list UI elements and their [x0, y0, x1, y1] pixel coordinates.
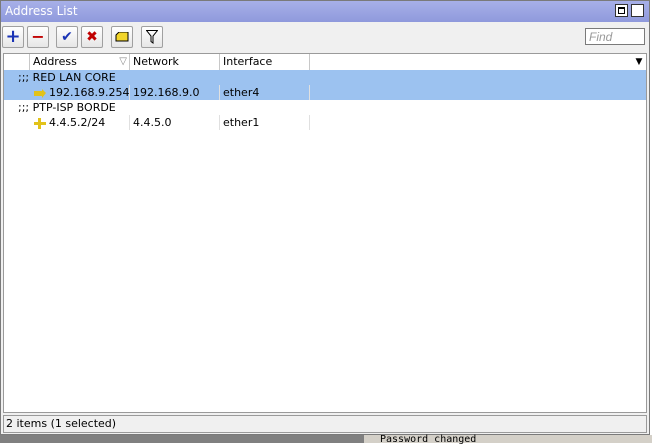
filter-icon	[142, 27, 162, 47]
column-header-address[interactable]: Address ▽	[30, 54, 130, 70]
column-header-interface[interactable]: Interface	[220, 54, 310, 70]
column-menu-dropdown[interactable]: ▼	[632, 54, 646, 70]
column-header-label: Address	[33, 55, 77, 68]
comment-row[interactable]: ;;; RED LAN CORE	[4, 70, 646, 85]
table-row[interactable]: 4.4.5.2/24 4.4.5.0 ether1	[4, 115, 646, 130]
cell-interface: ether4	[220, 85, 310, 100]
disable-button[interactable]: ✖	[81, 26, 103, 48]
header-spacer	[4, 54, 30, 70]
background-panel	[0, 435, 364, 443]
cell-address: 192.168.9.254...	[30, 85, 130, 100]
cell-address: 4.4.5.2/24	[30, 115, 130, 130]
title-bar[interactable]: Address List ✕	[1, 1, 649, 22]
window-title: Address List	[5, 4, 78, 18]
maximize-button[interactable]	[615, 4, 628, 17]
cell-interface: ether1	[220, 115, 310, 130]
row-comment: ;;; PTP-ISP BORDE	[18, 101, 116, 114]
status-bar: 2 items (1 selected)	[3, 415, 647, 433]
table-header: Address ▽ Network Interface ▼	[4, 54, 646, 71]
row-comment: ;;; RED LAN CORE	[18, 71, 116, 84]
dynamic-address-icon	[34, 88, 46, 98]
column-header-network[interactable]: Network	[130, 54, 220, 70]
toolbar: + − ✔ ✖ Find	[1, 23, 649, 51]
note-icon	[112, 27, 132, 47]
column-header-label: Interface	[223, 55, 273, 68]
address-list-window: Address List ✕ + − ✔ ✖ Find Address ▽ Ne…	[0, 0, 650, 435]
sort-icon: ▽	[119, 56, 127, 67]
column-header-label: Network	[133, 55, 179, 68]
static-address-icon	[34, 117, 46, 129]
comment-row[interactable]: ;;; PTP-ISP BORDE	[4, 100, 646, 115]
address-value: 192.168.9.254...	[49, 86, 130, 99]
check-icon: ✔	[61, 29, 73, 45]
comment-button[interactable]	[111, 26, 133, 48]
minus-icon: −	[31, 27, 45, 46]
background-window: Password changed	[0, 434, 652, 445]
remove-button[interactable]: −	[27, 26, 49, 48]
find-input[interactable]: Find	[585, 28, 645, 45]
cell-network: 192.168.9.0	[130, 85, 220, 100]
filter-button[interactable]	[141, 26, 163, 48]
cell-network: 4.4.5.0	[130, 115, 220, 130]
address-table: Address ▽ Network Interface ▼ ;;; RED LA…	[3, 53, 647, 413]
table-row[interactable]: 192.168.9.254... 192.168.9.0 ether4	[4, 85, 646, 100]
x-icon: ✖	[86, 29, 98, 45]
background-log-text: Password changed	[380, 434, 477, 445]
add-button[interactable]: +	[2, 26, 24, 48]
plus-icon: +	[5, 26, 21, 47]
enable-button[interactable]: ✔	[56, 26, 78, 48]
address-value: 4.4.5.2/24	[49, 116, 106, 129]
close-button[interactable]: ✕	[631, 4, 644, 17]
